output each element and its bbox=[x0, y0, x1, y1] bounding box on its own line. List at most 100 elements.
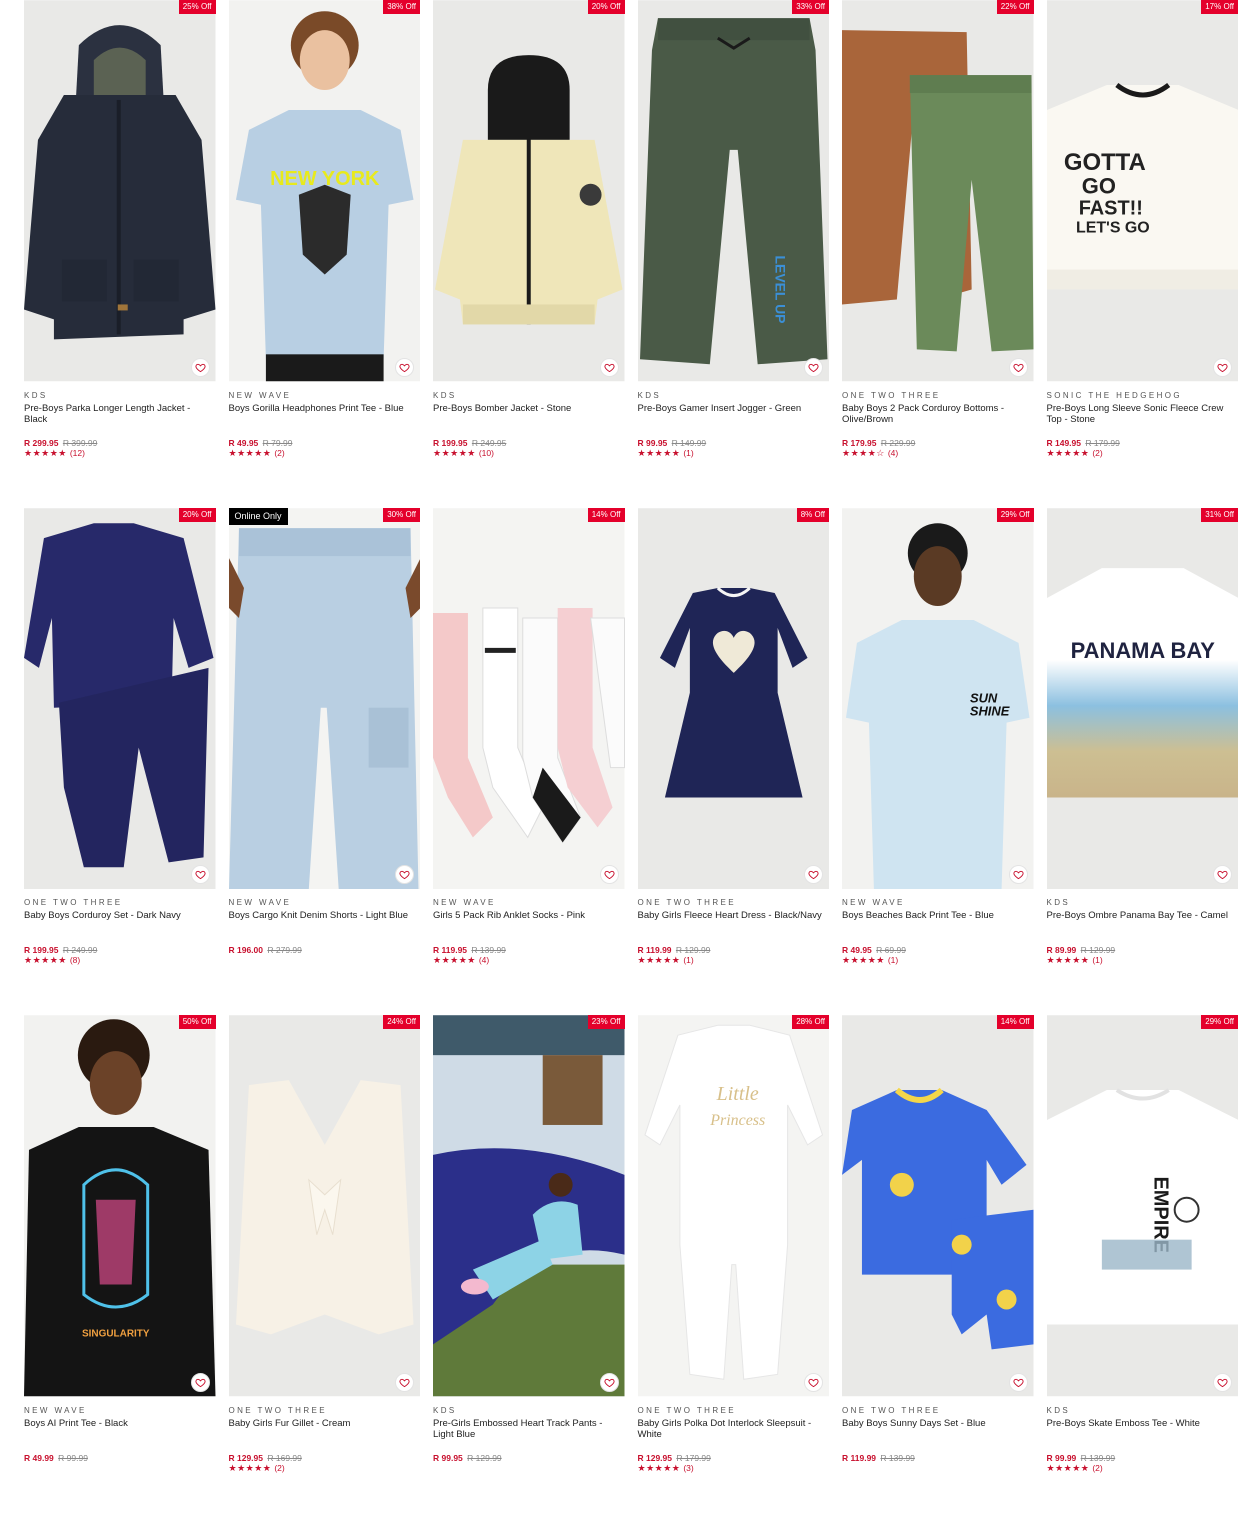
product-brand: SONIC THE HEDGEHOG bbox=[1046, 390, 1183, 400]
product-image[interactable]: 23% Off bbox=[433, 1015, 625, 1397]
product-rating bbox=[842, 1463, 1034, 1474]
product-image[interactable]: GOTTA GO FAST!! LET'S GO 17% Off bbox=[1046, 0, 1238, 382]
product-name[interactable]: Pre-Boys Bomber Jacket - Stone bbox=[433, 403, 625, 438]
wishlist-button[interactable] bbox=[1008, 357, 1028, 377]
original-price: R 399.99 bbox=[62, 437, 98, 448]
product-image[interactable]: 25% Off bbox=[24, 0, 216, 382]
heart-outline-icon bbox=[1012, 870, 1024, 880]
product-card[interactable]: PANAMA BAY 31% Off KDS Pre-Boys Ombre Pa… bbox=[1046, 507, 1239, 1016]
wishlist-button[interactable] bbox=[599, 865, 619, 884]
product-name[interactable]: Pre-Boys Skate Emboss Tee - White bbox=[1047, 1418, 1239, 1453]
product-card[interactable]: 25% Off KDS Pre-Boys Parka Longer Length… bbox=[24, 0, 216, 508]
product-price: R 299.95 R 399.99 bbox=[24, 438, 216, 448]
product-image[interactable]: 24% Off bbox=[228, 1015, 420, 1397]
wishlist-button[interactable] bbox=[190, 357, 210, 377]
wishlist-button[interactable] bbox=[1213, 1372, 1232, 1392]
wishlist-button[interactable] bbox=[395, 865, 414, 884]
original-price: R 179.99 bbox=[676, 1452, 711, 1463]
product-name[interactable]: Pre-Boys Long Sleeve Sonic Fleece Crew T… bbox=[1047, 403, 1239, 438]
wishlist-button[interactable] bbox=[190, 865, 210, 884]
product-price: R 179.95 R 229.99 bbox=[842, 438, 1034, 448]
product-card[interactable]: SINGULARITY 50% Off NEW WAVE Boys AI Pri… bbox=[24, 1015, 216, 1523]
product-name[interactable]: Baby Boys Sunny Days Set - Blue bbox=[842, 1418, 1034, 1453]
star-icon: ★★★★★ bbox=[1046, 447, 1090, 458]
product-name[interactable]: Boys Gorilla Headphones Print Tee - Blue bbox=[229, 403, 421, 438]
product-name[interactable]: Pre-Girls Embossed Heart Track Pants - L… bbox=[433, 1418, 625, 1453]
star-icon: ★★★★★ bbox=[1046, 1462, 1090, 1473]
product-name[interactable]: Pre-Boys Gamer Insert Jogger - Green bbox=[638, 403, 830, 438]
wishlist-button[interactable] bbox=[804, 357, 823, 377]
product-card[interactable]: 22% Off ONE TWO THREE Baby Boys 2 Pack C… bbox=[842, 0, 1034, 508]
product-image[interactable]: EMPIRE 29% Off bbox=[1046, 1015, 1238, 1397]
product-card[interactable]: EMPIRE 29% Off KDS Pre-Boys Skate Emboss… bbox=[1046, 1015, 1239, 1523]
product-card[interactable]: Little Princess 28% Off ONE TWO THREE Ba… bbox=[637, 1015, 830, 1523]
product-name[interactable]: Baby Boys 2 Pack Corduroy Bottoms - Oliv… bbox=[842, 403, 1034, 438]
product-card[interactable]: 20% Off ONE TWO THREE Baby Boys Corduroy… bbox=[24, 507, 216, 1016]
review-count: (2) bbox=[274, 447, 285, 458]
sonic-crew-top-image: GOTTA GO FAST!! LET'S GO bbox=[1046, 0, 1238, 382]
product-name[interactable]: Boys AI Print Tee - Black bbox=[24, 1418, 216, 1453]
product-price: R 49.95 R 79.99 bbox=[229, 438, 421, 448]
product-image[interactable]: SUN SHINE 29% Off bbox=[842, 507, 1034, 890]
wishlist-button[interactable] bbox=[1213, 865, 1232, 884]
product-name[interactable]: Baby Girls Fleece Heart Dress - Black/Na… bbox=[638, 910, 830, 945]
product-name[interactable]: Baby Boys Corduroy Set - Dark Navy bbox=[24, 910, 216, 945]
product-card[interactable]: Online Only 30% Off NEW WAVE Boys Cargo … bbox=[228, 507, 421, 1016]
product-card[interactable]: 23% Off KDS Pre-Girls Embossed Heart Tra… bbox=[433, 1015, 625, 1523]
original-price: R 229.99 bbox=[880, 437, 916, 448]
product-card[interactable]: LEVEL UP 33% Off KDS Pre-Boys Gamer Inse… bbox=[637, 0, 830, 508]
wishlist-button[interactable] bbox=[190, 1372, 210, 1392]
review-count: (2) bbox=[1092, 1462, 1103, 1473]
product-image[interactable]: 8% Off bbox=[637, 507, 829, 890]
product-image[interactable]: SINGULARITY 50% Off bbox=[24, 1015, 216, 1397]
product-card[interactable]: GOTTA GO FAST!! LET'S GO 17% Off SONIC T… bbox=[1046, 0, 1239, 508]
review-count: (2) bbox=[274, 1462, 285, 1473]
product-name[interactable]: Boys Beaches Back Print Tee - Blue bbox=[842, 910, 1034, 945]
product-image[interactable]: Online Only 30% Off bbox=[228, 507, 420, 890]
wishlist-button[interactable] bbox=[395, 357, 414, 377]
product-name[interactable]: Pre-Boys Parka Longer Length Jacket - Bl… bbox=[24, 403, 216, 438]
bomber-jacket-image bbox=[433, 0, 625, 382]
product-name[interactable]: Girls 5 Pack Rib Anklet Socks - Pink bbox=[433, 910, 625, 945]
wishlist-button[interactable] bbox=[395, 1372, 414, 1392]
product-image[interactable]: 14% Off bbox=[842, 1015, 1034, 1397]
discount-badge: 20% Off bbox=[178, 507, 216, 522]
heart-outline-icon bbox=[1217, 1378, 1228, 1387]
product-brand: NEW WAVE bbox=[24, 1405, 87, 1415]
wishlist-button[interactable] bbox=[1213, 357, 1232, 377]
product-image[interactable]: 22% Off bbox=[842, 0, 1034, 382]
wishlist-button[interactable] bbox=[599, 357, 619, 377]
product-image[interactable]: 20% Off bbox=[24, 507, 216, 890]
wishlist-button[interactable] bbox=[804, 1372, 823, 1392]
wishlist-button[interactable] bbox=[1008, 865, 1028, 884]
product-image[interactable]: Little Princess 28% Off bbox=[637, 1015, 829, 1397]
product-image[interactable]: 14% Off bbox=[433, 507, 625, 890]
wishlist-button[interactable] bbox=[599, 1372, 619, 1392]
product-card[interactable]: 14% Off ONE TWO THREE Baby Boys Sunny Da… bbox=[842, 1015, 1034, 1523]
product-card[interactable]: SUN SHINE 29% Off NEW WAVE Boys Beaches … bbox=[842, 507, 1034, 1016]
wishlist-button[interactable] bbox=[1008, 1372, 1028, 1392]
star-icon: ★★★★★ bbox=[842, 955, 885, 965]
heart-outline-icon bbox=[1012, 1378, 1024, 1387]
product-card[interactable]: 24% Off ONE TWO THREE Baby Girls Fur Gil… bbox=[228, 1015, 421, 1523]
product-brand: ONE TWO THREE bbox=[842, 390, 941, 400]
product-image[interactable]: LEVEL UP 33% Off bbox=[637, 0, 829, 382]
product-name[interactable]: Baby Girls Fur Gillet - Cream bbox=[229, 1418, 421, 1453]
sunny-days-set-image bbox=[842, 1015, 1034, 1397]
product-image[interactable]: 20% Off bbox=[433, 0, 625, 382]
original-price: R 249.99 bbox=[62, 945, 98, 955]
boy-ai-tee-image: SINGULARITY bbox=[24, 1015, 216, 1397]
product-card[interactable]: 14% Off NEW WAVE Girls 5 Pack Rib Anklet… bbox=[433, 507, 625, 1016]
product-brand: KDS bbox=[1046, 898, 1071, 907]
product-card[interactable]: 8% Off ONE TWO THREE Baby Girls Fleece H… bbox=[637, 507, 830, 1016]
product-card[interactable]: 20% Off KDS Pre-Boys Bomber Jacket - Sto… bbox=[433, 0, 625, 508]
product-image[interactable]: NEW YORK 38% Off bbox=[228, 0, 420, 382]
review-count: (1) bbox=[683, 955, 694, 965]
product-name[interactable]: Baby Girls Polka Dot Interlock Sleepsuit… bbox=[638, 1418, 830, 1453]
product-name[interactable]: Boys Cargo Knit Denim Shorts - Light Blu… bbox=[229, 910, 421, 945]
product-card[interactable]: NEW YORK 38% Off NEW WAVE Boys Gorilla H… bbox=[228, 0, 421, 508]
product-image[interactable]: PANAMA BAY 31% Off bbox=[1046, 507, 1238, 890]
review-count: (8) bbox=[69, 955, 81, 965]
product-name[interactable]: Pre-Boys Ombre Panama Bay Tee - Camel bbox=[1047, 910, 1239, 945]
wishlist-button[interactable] bbox=[804, 865, 823, 884]
